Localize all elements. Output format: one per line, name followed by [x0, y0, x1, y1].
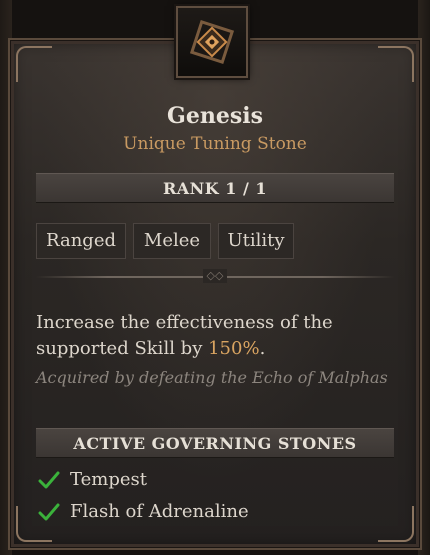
governing-stone-label: Flash of Adrenaline — [70, 501, 249, 522]
corner-ornament — [378, 46, 414, 82]
governing-stone-label: Tempest — [70, 469, 147, 490]
tag-utility: Utility — [218, 223, 294, 259]
check-icon — [38, 471, 60, 489]
description-value: 150% — [208, 338, 260, 359]
item-source: Acquired by defeating the Echo of Malpha… — [36, 368, 388, 387]
tag-ranged: Ranged — [36, 223, 126, 259]
description-end: . — [259, 338, 266, 359]
rank-bar: RANK 1 / 1 — [36, 173, 394, 203]
corner-ornament — [378, 506, 414, 542]
divider-ornament-icon: ◇◇ — [203, 269, 227, 283]
tag-melee: Melee — [133, 223, 211, 259]
check-icon — [38, 503, 60, 521]
description-text: Increase the effectiveness of the suppor… — [36, 312, 333, 359]
item-type: Unique Tuning Stone — [123, 134, 307, 154]
item-name: Genesis — [167, 103, 263, 129]
tuning-stone-gem-icon — [189, 19, 235, 65]
item-description: Increase the effectiveness of the suppor… — [36, 310, 396, 362]
governing-stones-header: ACTIVE GOVERNING STONES — [36, 428, 394, 458]
corner-ornament — [16, 46, 52, 82]
item-icon-frame — [176, 6, 248, 78]
